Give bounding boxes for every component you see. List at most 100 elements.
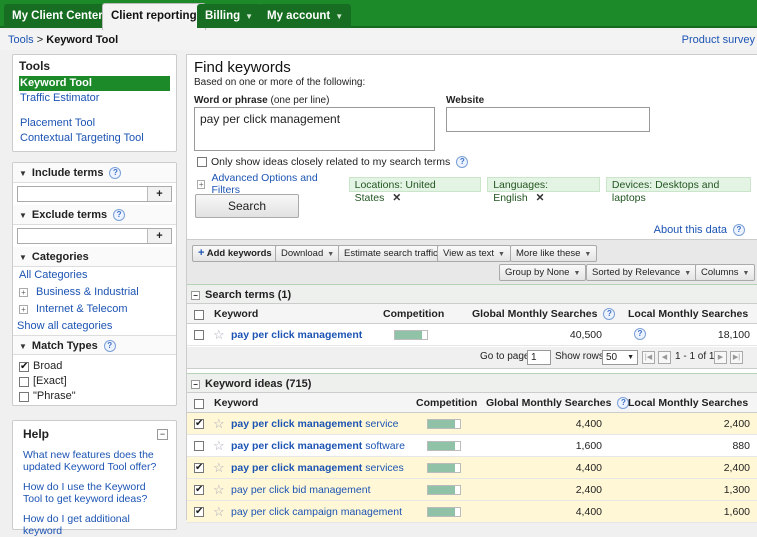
table-row[interactable]: ☆ pay per click management software 1,600 8… <box>187 435 757 457</box>
match-type-exact[interactable]: [Exact] <box>13 374 176 389</box>
close-icon[interactable]: ✕ <box>536 192 545 204</box>
match-type-broad[interactable]: ✔ Broad <box>13 359 176 374</box>
tool-traffic-estimator[interactable]: Traffic Estimator <box>19 91 170 106</box>
match-type-phrase[interactable]: "Phrase" <box>13 389 176 404</box>
minimize-icon[interactable]: − <box>157 429 168 440</box>
add-exclude-term-button[interactable]: + <box>147 229 171 243</box>
include-terms-input[interactable]: + <box>17 186 172 202</box>
star-icon[interactable]: ☆ <box>213 457 225 479</box>
product-survey-link[interactable]: Product survey <box>682 30 755 50</box>
col-competition[interactable]: Competition <box>416 393 477 413</box>
col-global-searches[interactable]: Global Monthly Searches? <box>486 393 630 413</box>
collapse-icon[interactable]: − <box>191 290 200 300</box>
tab-my-account[interactable]: My account ▼ <box>259 4 352 28</box>
keyword-link[interactable]: pay per click management services <box>231 457 404 479</box>
match-types-header[interactable]: ▼ Match Types? <box>13 335 176 355</box>
help-link-how-to-use[interactable]: How do I use the Keyword Tool to get key… <box>23 481 166 505</box>
view-as-text-button[interactable]: View as text ▼ <box>437 245 511 262</box>
next-page-icon[interactable]: ▶ <box>714 351 727 364</box>
website-input[interactable] <box>446 107 650 132</box>
table-row[interactable]: ✔ ☆ pay per click management services 4,400… <box>187 457 757 479</box>
include-terms-header[interactable]: ▼ Include terms? <box>13 163 176 183</box>
category-all[interactable]: All Categories <box>13 267 176 284</box>
categories-header[interactable]: ▼ Categories <box>13 247 176 267</box>
about-this-data-link[interactable]: About this data? <box>654 224 745 237</box>
group-by-button[interactable]: Group by None ▼ <box>499 264 587 281</box>
help-icon[interactable]: ? <box>113 209 126 222</box>
download-button[interactable]: Download ▼ <box>275 245 341 262</box>
row-checkbox[interactable] <box>194 330 204 340</box>
search-button[interactable]: Search <box>195 194 299 218</box>
help-link-additional[interactable]: How do I get additional keyword <box>23 513 166 537</box>
keyword-link[interactable]: pay per click management service <box>231 413 399 435</box>
word-phrase-input[interactable]: pay per click management <box>194 107 435 151</box>
show-all-categories-link[interactable]: Show all categories <box>13 318 176 335</box>
star-icon[interactable]: ☆ <box>213 324 225 346</box>
col-competition[interactable]: Competition <box>383 304 444 324</box>
add-keywords-button[interactable]: + Add keywords <box>192 245 278 262</box>
help-icon[interactable]: ? <box>456 156 469 168</box>
first-page-icon[interactable]: |◀ <box>642 351 655 364</box>
select-all-checkbox[interactable] <box>194 399 204 409</box>
more-like-these-button[interactable]: More like these ▼ <box>510 245 598 262</box>
tool-placement-tool[interactable]: Placement Tool <box>19 116 170 131</box>
row-checkbox[interactable]: ✔ <box>194 419 204 429</box>
star-icon[interactable]: ☆ <box>213 479 225 501</box>
table-row[interactable]: ✔ ☆ pay per click management service 4,400 2… <box>187 413 757 435</box>
only-related-checkbox[interactable] <box>197 157 207 167</box>
help-link-new-features[interactable]: What new features does the updated Keywo… <box>23 449 166 473</box>
tool-keyword-tool[interactable]: Keyword Tool <box>19 76 170 91</box>
advanced-options-link[interactable]: Advanced Options and Filters <box>211 172 338 196</box>
only-related-option[interactable]: Only show ideas closely related to my se… <box>197 156 469 168</box>
estimate-traffic-button[interactable]: Estimate search traffic <box>338 245 444 262</box>
language-chip[interactable]: Languages: English ✕ <box>487 176 600 204</box>
help-icon[interactable]: ? <box>109 167 122 180</box>
tool-contextual-targeting[interactable]: Contextual Targeting Tool <box>19 131 170 146</box>
row-checkbox[interactable]: ✔ <box>194 463 204 473</box>
tab-billing[interactable]: Billing ▼ <box>197 4 262 28</box>
select-all-checkbox[interactable] <box>194 310 204 320</box>
help-icon[interactable]: ? <box>603 308 616 321</box>
page-number-input[interactable]: 1 <box>527 350 551 365</box>
keyword-ideas-header[interactable]: − Keyword ideas (715) <box>187 373 757 393</box>
expand-icon[interactable]: + <box>19 304 28 314</box>
col-global-searches[interactable]: Global Monthly Searches? <box>472 304 616 324</box>
exclude-terms-input[interactable]: + <box>17 228 172 244</box>
search-terms-header[interactable]: − Search terms (1) <box>187 284 757 304</box>
help-icon[interactable]: ? <box>733 224 745 237</box>
rows-per-page-select[interactable]: 50 ▼ <box>602 350 638 365</box>
category-internet-telecom[interactable]: + Internet & Telecom <box>13 301 176 318</box>
tab-client-reporting[interactable]: Client reporting <box>102 3 206 30</box>
phrase-checkbox[interactable] <box>19 391 29 402</box>
help-icon[interactable]: ? <box>103 340 116 353</box>
star-icon[interactable]: ☆ <box>213 413 225 435</box>
breadcrumb-tools-link[interactable]: Tools <box>8 34 34 46</box>
row-checkbox[interactable]: ✔ <box>194 485 204 495</box>
table-row[interactable]: ☆ pay per click management 40,500 18,100 <box>187 324 757 346</box>
sorted-by-button[interactable]: Sorted by Relevance ▼ <box>586 264 698 281</box>
keyword-link[interactable]: pay per click bid management <box>231 479 371 501</box>
close-icon[interactable]: ✕ <box>392 192 401 204</box>
keyword-link[interactable]: pay per click management <box>231 324 362 346</box>
device-chip[interactable]: Devices: Desktops and laptops <box>605 176 751 204</box>
keyword-link[interactable]: pay per click management software <box>231 435 405 457</box>
exact-checkbox[interactable] <box>19 376 29 387</box>
add-include-term-button[interactable]: + <box>147 187 171 201</box>
table-row[interactable]: ✔ ☆ pay per click bid management 2,400 1,300 <box>187 479 757 501</box>
columns-button[interactable]: Columns ▼ <box>695 264 756 281</box>
broad-checkbox[interactable]: ✔ <box>19 361 29 372</box>
col-keyword[interactable]: Keyword <box>214 304 258 324</box>
location-chip[interactable]: Locations: United States ✕ <box>348 176 482 204</box>
col-keyword[interactable]: Keyword <box>214 393 258 413</box>
exclude-terms-header[interactable]: ▼ Exclude terms? <box>13 205 176 225</box>
last-page-icon[interactable]: ▶| <box>730 351 743 364</box>
prev-page-icon[interactable]: ◀ <box>658 351 671 364</box>
category-business-industrial[interactable]: + Business & Industrial <box>13 284 176 301</box>
star-icon[interactable]: ☆ <box>213 435 225 457</box>
row-checkbox[interactable] <box>194 441 204 451</box>
expand-icon[interactable]: + <box>197 179 206 189</box>
collapse-icon[interactable]: − <box>191 379 200 389</box>
tab-my-client-center[interactable]: My Client Center <box>4 4 111 28</box>
row-checkbox[interactable]: ✔ <box>194 507 204 517</box>
expand-icon[interactable]: + <box>19 287 28 297</box>
